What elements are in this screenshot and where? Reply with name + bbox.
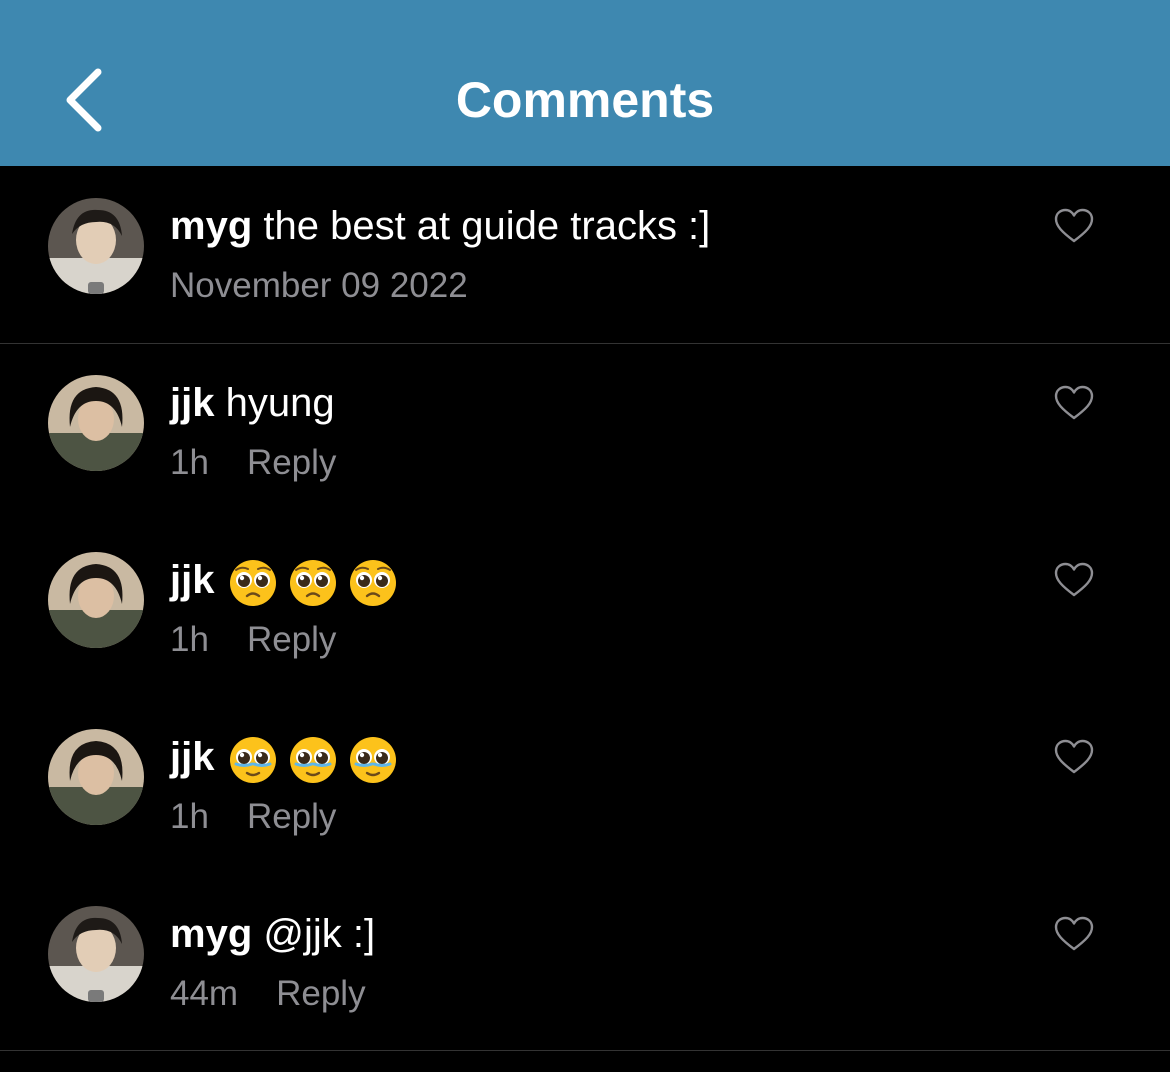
page-title: Comments [455, 72, 715, 128]
comment-body: hyung [214, 381, 335, 425]
heart-outline-icon [1054, 916, 1094, 951]
comment-time: 1h [170, 620, 209, 659]
comment-text: myg @jjk :] [170, 910, 375, 958]
caption-username[interactable]: myg [170, 204, 252, 248]
comment-item: jjk 1h Reply [0, 520, 1170, 697]
avatar[interactable] [48, 552, 144, 648]
pleading-face-emoji [288, 558, 338, 608]
caption-date: November 09 2022 [170, 266, 468, 305]
comment-meta: 44m Reply [170, 974, 366, 1014]
heart-outline-icon [1054, 562, 1094, 597]
comment-text: jjk [170, 556, 408, 608]
avatar[interactable] [48, 198, 144, 294]
nav-header: Comments [0, 0, 1170, 166]
face-holding-back-tears-emoji [348, 735, 398, 785]
reply-button[interactable]: Reply [247, 620, 336, 659]
avatar[interactable] [48, 375, 144, 471]
reply-button[interactable]: Reply [247, 443, 336, 482]
comment-time: 44m [170, 974, 239, 1013]
comment-username[interactable]: jjk [170, 381, 214, 425]
comment-username[interactable]: jjk [170, 558, 214, 602]
comment-meta: 1h Reply [170, 797, 336, 837]
comment-item: jjk hyung 1h Reply [0, 343, 1170, 520]
like-button[interactable] [1054, 916, 1094, 952]
caption-text: myg the best at guide tracks :] [170, 202, 710, 250]
comment-time: 1h [170, 443, 209, 482]
comment-text: jjk hyung [170, 379, 335, 427]
pleading-face-emoji [348, 558, 398, 608]
pleading-face-emoji [228, 558, 278, 608]
caption-item: myg the best at guide tracks :] November… [0, 166, 1170, 344]
like-button[interactable] [1054, 208, 1094, 244]
emoji-row [228, 557, 408, 608]
heart-outline-icon [1054, 208, 1094, 243]
heart-outline-icon [1054, 385, 1094, 420]
divider [0, 1050, 1170, 1051]
like-button[interactable] [1054, 385, 1094, 421]
comment-username[interactable]: jjk [170, 735, 214, 779]
comment-time: 1h [170, 797, 209, 836]
comment-item: jjk 1h Reply [0, 697, 1170, 874]
comment-item: myg @jjk :] 44m Reply [0, 874, 1170, 1051]
caption-body: the best at guide tracks :] [252, 204, 711, 248]
face-holding-back-tears-emoji [228, 735, 278, 785]
reply-button[interactable]: Reply [247, 797, 336, 836]
like-button[interactable] [1054, 562, 1094, 598]
face-holding-back-tears-emoji [288, 735, 338, 785]
heart-outline-icon [1054, 739, 1094, 774]
emoji-row [228, 734, 408, 785]
avatar[interactable] [48, 906, 144, 1002]
reply-button[interactable]: Reply [276, 974, 365, 1013]
comment-meta: 1h Reply [170, 620, 336, 660]
like-button[interactable] [1054, 739, 1094, 775]
comment-body: @jjk :] [252, 912, 376, 956]
comment-username[interactable]: myg [170, 912, 252, 956]
avatar[interactable] [48, 729, 144, 825]
comment-text: jjk [170, 733, 408, 785]
comment-meta: 1h Reply [170, 443, 336, 483]
